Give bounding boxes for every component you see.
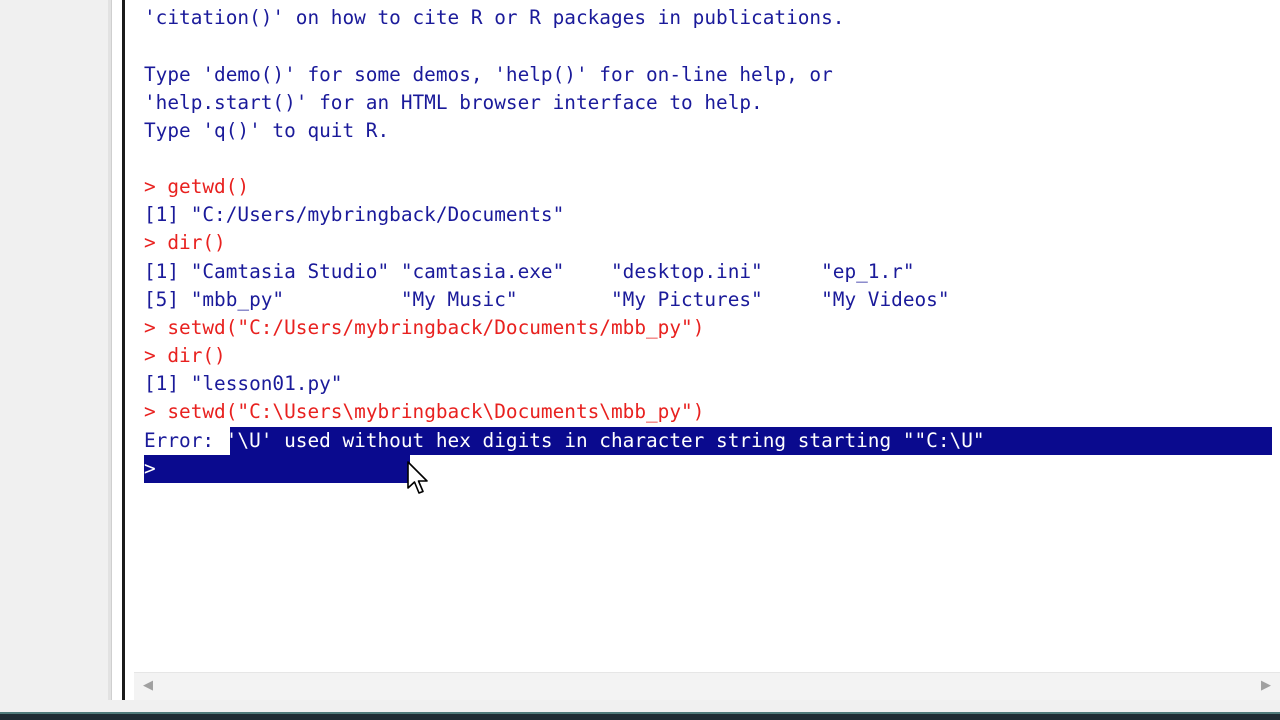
console-line: 'citation()' on how to cite R or R packa…: [144, 6, 845, 29]
taskbar: [0, 712, 1280, 720]
console-line: Type 'demo()' for some demos, 'help()' f…: [144, 63, 833, 86]
prompt: >: [144, 400, 168, 423]
command-line: > setwd("C:/Users/mybringback/Documents/…: [144, 314, 704, 342]
command-text: dir(): [167, 231, 226, 254]
output-line: [1] "lesson01.py": [144, 372, 343, 395]
command-text: getwd(): [167, 175, 250, 198]
command-text: setwd("C:\Users\mybringback\Documents\mb…: [167, 400, 705, 423]
command-text: setwd("C:/Users/mybringback/Documents/mb…: [167, 316, 705, 339]
prompt: >: [144, 316, 168, 339]
command-line: > getwd(): [144, 173, 249, 201]
input-prompt[interactable]: >: [144, 455, 156, 483]
error-label: Error:: [144, 429, 215, 452]
window-frame: [111, 0, 122, 712]
prompt: >: [144, 344, 168, 367]
scroll-right-arrow-icon[interactable]: ▶: [1256, 673, 1276, 699]
command-line: > dir(): [144, 229, 226, 257]
r-console[interactable]: 'citation()' on how to cite R or R packa…: [134, 0, 1280, 672]
console-border: [122, 0, 134, 712]
console-line: 'help.start()' for an HTML browser inter…: [144, 91, 763, 114]
prompt: >: [144, 231, 168, 254]
command-line: > dir(): [144, 342, 226, 370]
output-line: [1] "C:/Users/mybringback/Documents": [144, 203, 565, 226]
scroll-left-arrow-icon[interactable]: ◀: [138, 673, 158, 699]
prompt: >: [144, 175, 168, 198]
error-line: Error: '\U' used without hex digits in c…: [144, 427, 985, 455]
output-line: [1] "Camtasia Studio" "camtasia.exe" "de…: [144, 260, 915, 283]
command-line: > setwd("C:\Users\mybringback\Documents\…: [144, 398, 704, 426]
left-pane: [0, 0, 110, 720]
mouse-pointer-icon: [407, 461, 428, 494]
error-message: '\U' used without hex digits in characte…: [214, 429, 985, 452]
horizontal-scrollbar[interactable]: ◀ ▶: [134, 672, 1280, 700]
output-line: [5] "mbb_py" "My Music" "My Pictures" "M…: [144, 288, 950, 311]
text-selection-highlight: [144, 455, 410, 483]
command-text: dir(): [167, 344, 226, 367]
console-line: Type 'q()' to quit R.: [144, 119, 390, 142]
